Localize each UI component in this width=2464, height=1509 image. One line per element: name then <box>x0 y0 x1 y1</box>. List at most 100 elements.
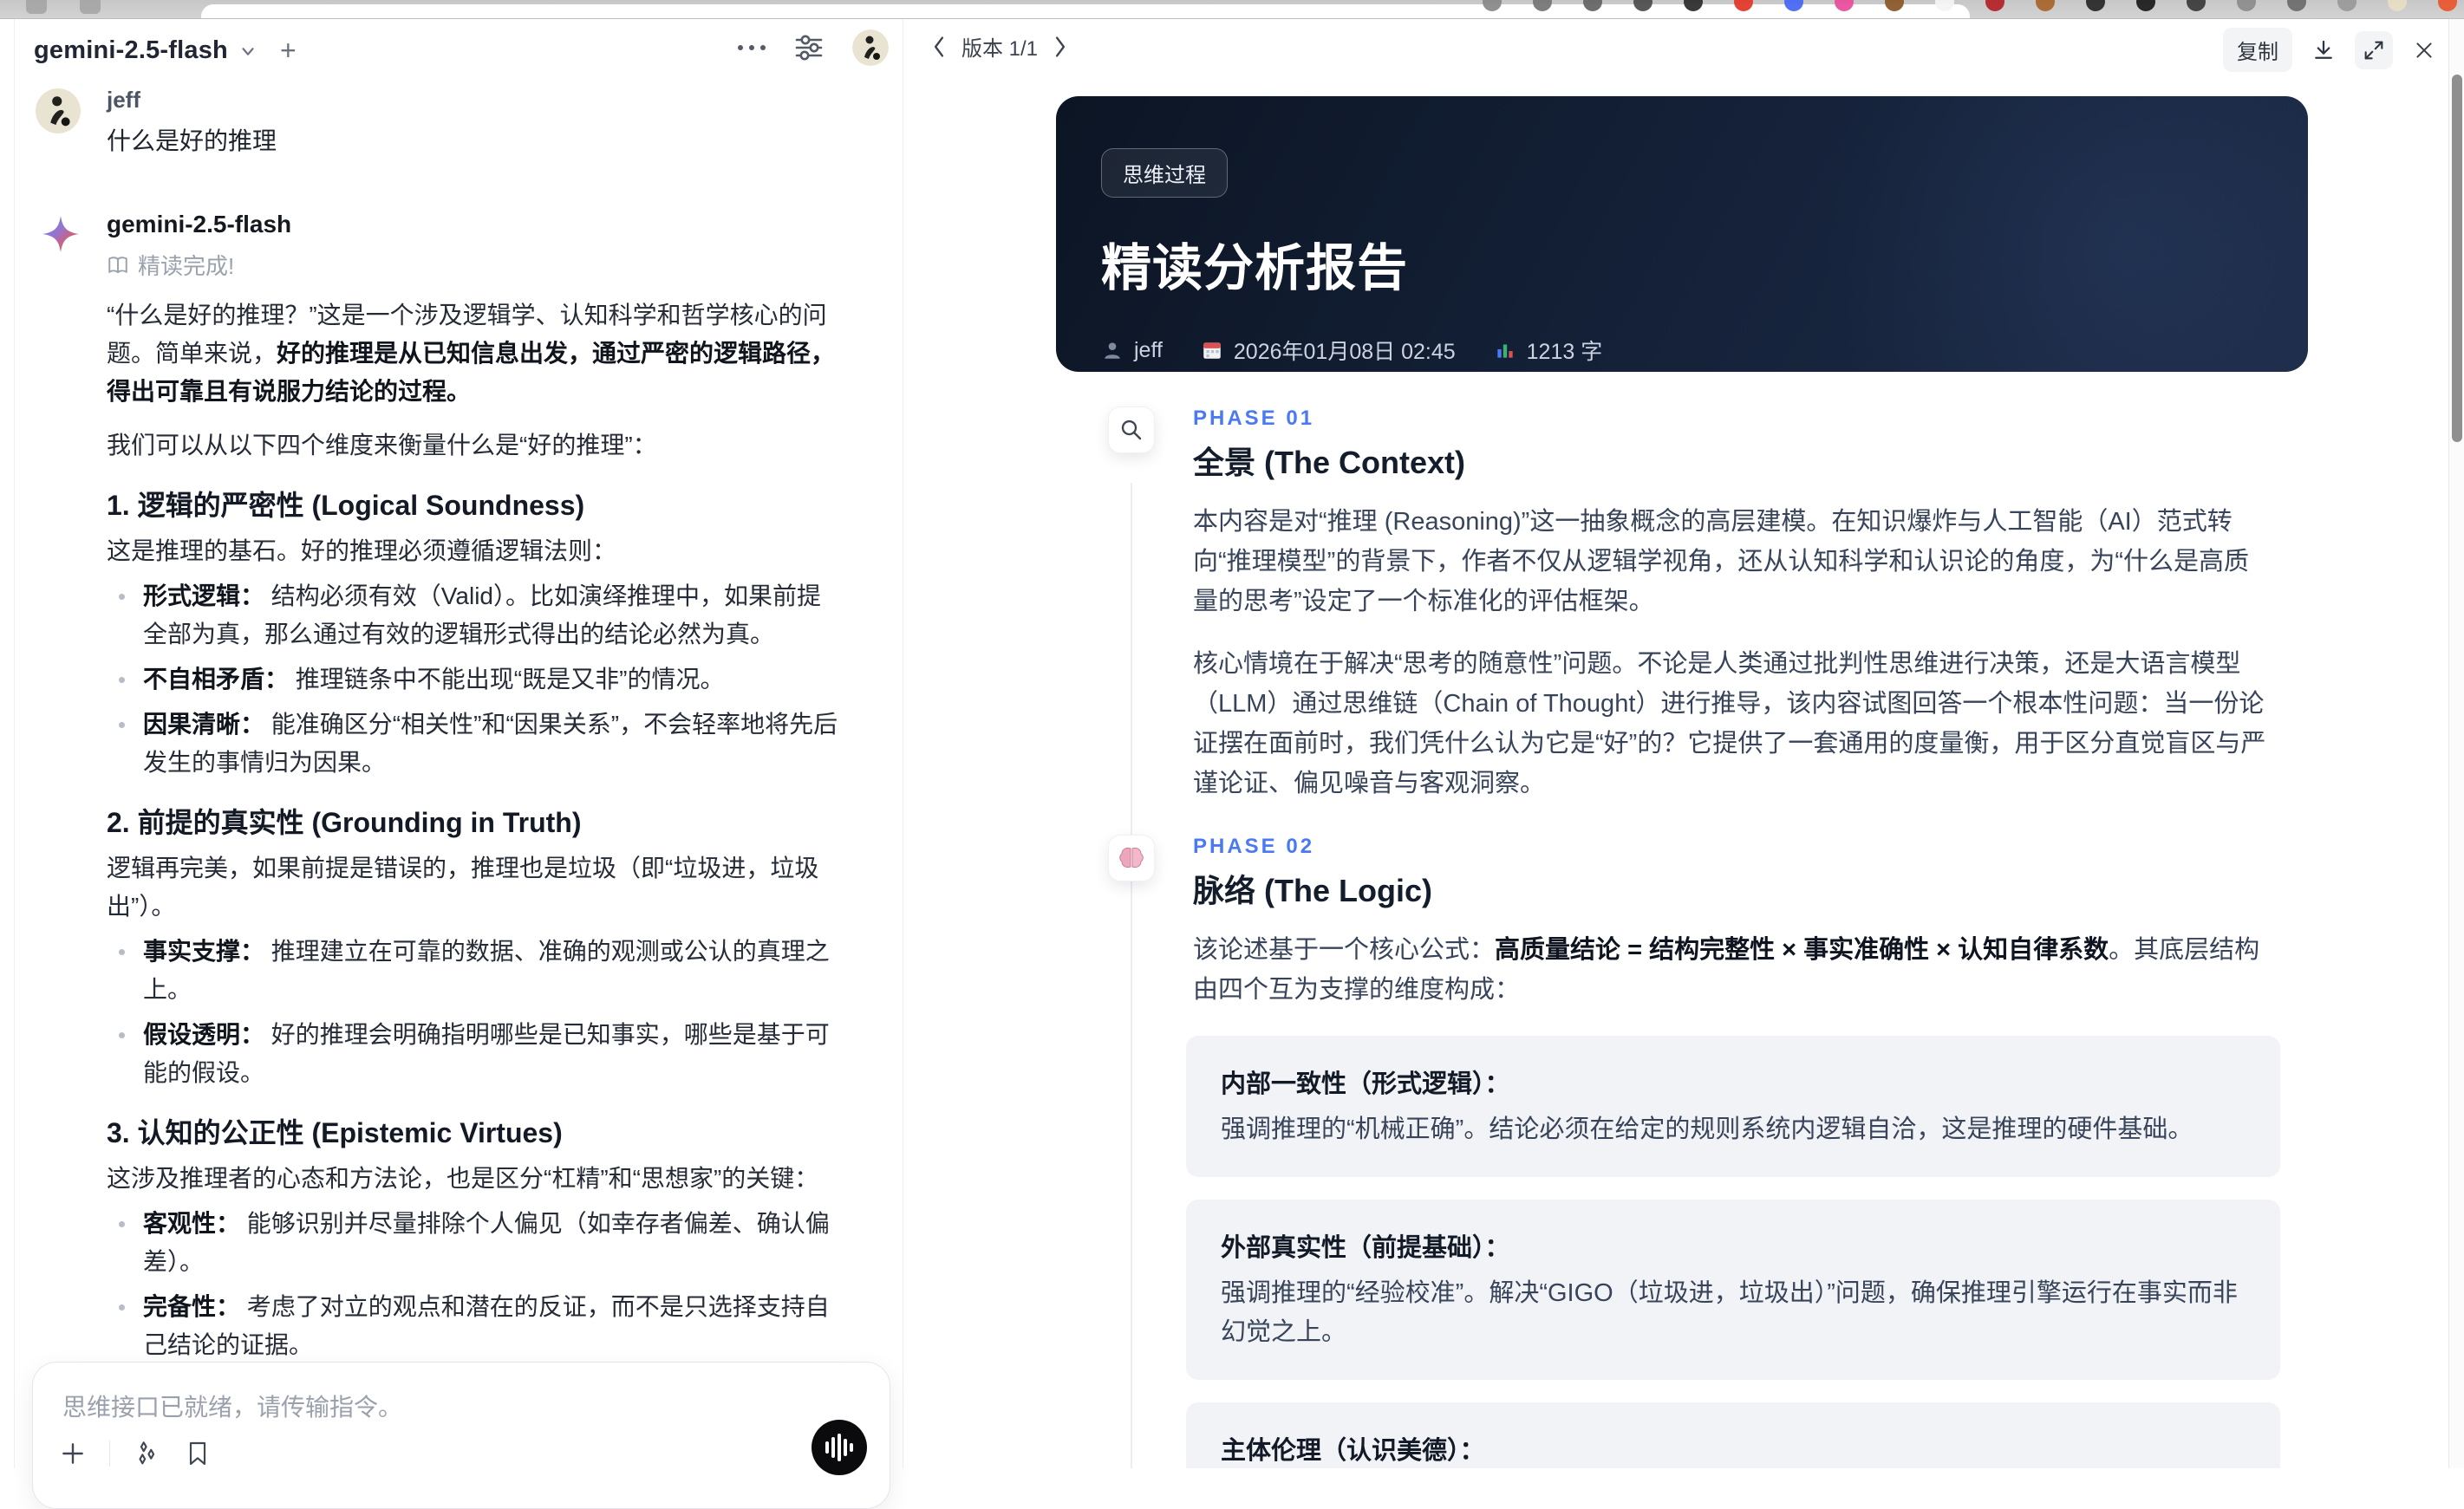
extension-icon[interactable] <box>2237 0 2256 11</box>
extension-icon[interactable] <box>1483 0 1502 11</box>
extension-icon[interactable] <box>2337 0 2356 11</box>
bullet-item: 客观性： 能够识别并尽量排除个人偏见（如幸存者偏差、确认偏差）。 <box>107 1205 842 1281</box>
report-meta: jeff 2026年01月08日 02:45 <box>1101 335 2263 366</box>
card-title: 主体伦理（认识美德）： <box>1221 1430 2246 1467</box>
section-title: 2. 前提的真实性 (Grounding in Truth) <box>107 804 842 841</box>
user-avatar[interactable] <box>852 29 889 66</box>
wordcount-meta: 1213 字 <box>1494 335 1603 366</box>
artifact-panel: 版本 1/1 复制 <box>904 19 2448 1468</box>
bullet-item: 假设透明： 好的推理会明确指明哪些是已知事实，哪些是基于可能的假设。 <box>107 1016 842 1092</box>
date-meta: 2026年01月08日 02:45 <box>1201 335 1456 366</box>
browser-nav-icon[interactable] <box>26 0 47 14</box>
bullet-item: 不自相矛盾： 推理链条中不能出现“既是又非”的情况。 <box>107 660 842 699</box>
copy-button[interactable]: 复制 <box>2223 28 2292 72</box>
card-title: 内部一致性（形式逻辑）： <box>1221 1063 2246 1100</box>
version-label: 版本 1/1 <box>961 31 1038 62</box>
brain-icon <box>1108 835 1155 881</box>
bullet-item: 完备性： 考虑了对立的观点和潜在的反证，而不是只选择支持自己结论的证据。 <box>107 1288 842 1364</box>
model-title[interactable]: gemini-2.5-flash <box>34 36 228 65</box>
extension-icon[interactable] <box>1533 0 1552 11</box>
bullet-list: 形式逻辑： 结构必须有效（Valid）。比如演绎推理中，如果前提全部为真，那么通… <box>107 577 842 782</box>
bullet-item: 事实支撑： 推理建立在可靠的数据、准确的观测或公认的真理之上。 <box>107 933 842 1009</box>
lead-in: 我们可以从以下四个维度来衡量什么是“好的推理”： <box>107 426 842 465</box>
intro-paragraph: “什么是好的推理？”这是一个涉及逻辑学、认知科学和哲学核心的问题。简单来说，好的… <box>107 296 842 411</box>
report-title: 精读分析报告 <box>1101 227 2263 300</box>
card-body: 强调推理的“经验校准”。解决“GIGO（垃圾进，垃圾出）”问题，确保推理引擎运行… <box>1221 1274 2246 1352</box>
extension-icon[interactable] <box>1583 0 1602 11</box>
more-options-icon[interactable] <box>738 45 766 50</box>
book-icon <box>107 254 129 276</box>
section-desc: 逻辑再完美，如果前提是错误的，推理也是垃圾（即“垃圾进，垃圾出”）。 <box>107 849 842 926</box>
new-chat-button[interactable]: + <box>280 35 297 67</box>
dimension-card: 外部真实性（前提基础）： 强调推理的“经验校准”。解决“GIGO（垃圾进，垃圾出… <box>1186 1200 2280 1380</box>
author-meta: jeff <box>1101 338 1163 363</box>
extension-icon[interactable] <box>1633 0 1652 11</box>
scrollbar-thumb[interactable] <box>2452 75 2462 442</box>
extension-icon[interactable] <box>1734 0 1753 11</box>
extension-icon[interactable] <box>1985 0 2004 11</box>
extension-icon[interactable] <box>2086 0 2105 11</box>
composer-input[interactable]: 思维接口已就绪，请传输指令。 <box>62 1389 860 1423</box>
user-message-text: 什么是好的推理 <box>107 122 842 160</box>
section-title: 3. 认知的公正性 (Epistemic Virtues) <box>107 1115 842 1151</box>
phase-paragraph: 核心情境在于解决“思考的随意性”问题。不论是人类通过批判性思维进行决策，还是大语… <box>1193 644 2270 803</box>
close-icon[interactable] <box>2405 31 2443 69</box>
phase-2-body: 该论述基于一个核心公式：高质量结论 = 结构完整性 × 事实准确性 × 认知自律… <box>1056 930 2270 1010</box>
download-icon[interactable] <box>2304 31 2343 69</box>
next-version-icon[interactable] <box>1052 36 1069 58</box>
extension-icon[interactable] <box>1784 0 1803 11</box>
extension-icon[interactable] <box>1885 0 1904 11</box>
dimension-card: 主体伦理（认识美德）： 转向推理者的心理特征。引入奥卡姆剃刀和反向论证，旨在克服… <box>1186 1402 2280 1468</box>
extension-icon[interactable] <box>2136 0 2155 11</box>
browser-nav-icon[interactable] <box>80 0 101 14</box>
extension-icon[interactable] <box>1684 0 1703 11</box>
attach-plus-icon[interactable] <box>59 1440 87 1467</box>
artifact-toolbar: 版本 1/1 复制 <box>904 19 2448 75</box>
card-title: 外部真实性（前提基础）： <box>1221 1227 2246 1264</box>
browser-extensions-row <box>1483 0 2457 11</box>
prev-version-icon[interactable] <box>930 36 948 58</box>
settings-sliders-icon[interactable] <box>792 30 826 65</box>
section-title: 1. 逻辑的严密性 (Logical Soundness) <box>107 487 842 524</box>
phase-paragraph: 本内容是对“推理 (Reasoning)”这一抽象概念的高层建模。在知识爆炸与人… <box>1193 502 2270 621</box>
person-icon <box>1101 339 1124 361</box>
user-message: jeff 什么是好的推理 <box>36 87 842 160</box>
extension-icon[interactable] <box>2438 0 2457 11</box>
report-hero-card: 思维过程 精读分析报告 jeff <box>1056 96 2308 372</box>
extension-icon[interactable] <box>1835 0 1854 11</box>
extension-icon[interactable] <box>2036 0 2055 11</box>
formula-paragraph: 该论述基于一个核心公式：高质量结论 = 结构完整性 × 事实准确性 × 认知自律… <box>1193 930 2270 1010</box>
assistant-body: “什么是好的推理？”这是一个涉及逻辑学、认知科学和哲学核心的问题。简单来说，好的… <box>107 296 842 1468</box>
extension-icon[interactable] <box>2388 0 2407 11</box>
assistant-message: gemini-2.5-flash 精读完成! “什么是好的推理？”这是一个涉及逻… <box>36 211 842 1468</box>
composer: 思维接口已就绪，请传输指令。 <box>32 1362 890 1509</box>
dimension-cards: 内部一致性（形式逻辑）： 强调推理的“机械正确”。结论必须在给定的规则系统内逻辑… <box>1056 1036 2308 1468</box>
phase-title: 脉络 (The Logic) <box>1193 866 1432 911</box>
extension-icon[interactable] <box>2287 0 2306 11</box>
phase-1-body: 本内容是对“推理 (Reasoning)”这一抽象概念的高层建模。在知识爆炸与人… <box>1056 502 2270 803</box>
chevron-down-icon[interactable] <box>238 42 257 61</box>
assistant-status: 精读完成! <box>107 249 842 281</box>
phase-label: PHASE 01 <box>1193 407 1465 431</box>
browser-toolbar <box>0 0 2464 19</box>
chat-scroll-area[interactable]: jeff 什么是好的推理 gemini-2.5-flash <box>15 75 903 1468</box>
bullet-item: 因果清晰： 能准确区分“相关性”和“因果关系”，不会轻率地将先后发生的事情归为因… <box>107 706 842 782</box>
sparkle-tools-icon[interactable] <box>133 1439 162 1468</box>
voice-input-button[interactable] <box>812 1420 867 1475</box>
extension-icon[interactable] <box>2187 0 2206 11</box>
bookmark-icon[interactable] <box>185 1440 211 1467</box>
artifact-scroll-area[interactable]: 思维过程 精读分析报告 jeff <box>904 75 2448 1468</box>
card-body: 强调推理的“机械正确”。结论必须在给定的规则系统内逻辑自洽，这是推理的硬件基础。 <box>1221 1110 2246 1149</box>
section: 1. 逻辑的严密性 (Logical Soundness) 这是推理的基石。好的… <box>107 487 842 782</box>
extension-icon[interactable] <box>1935 0 1954 11</box>
expand-icon[interactable] <box>2355 31 2393 69</box>
bar-chart-icon <box>1494 339 1516 361</box>
chat-panel: gemini-2.5-flash + <box>14 19 903 1468</box>
bullet-list: 事实支撑： 推理建立在可靠的数据、准确的观测或公认的真理之上。 假设透明： 好的… <box>107 933 842 1092</box>
app-window: gemini-2.5-flash + <box>0 19 2464 1468</box>
window-scrollbar[interactable] <box>2448 19 2464 1468</box>
user-avatar <box>36 88 81 133</box>
user-name: jeff <box>107 87 842 114</box>
section-desc: 这涉及推理者的心态和方法论，也是区分“杠精”和“思想家”的关键： <box>107 1160 842 1198</box>
sections-list: 1. 逻辑的严密性 (Logical Soundness) 这是推理的基石。好的… <box>107 487 842 1468</box>
